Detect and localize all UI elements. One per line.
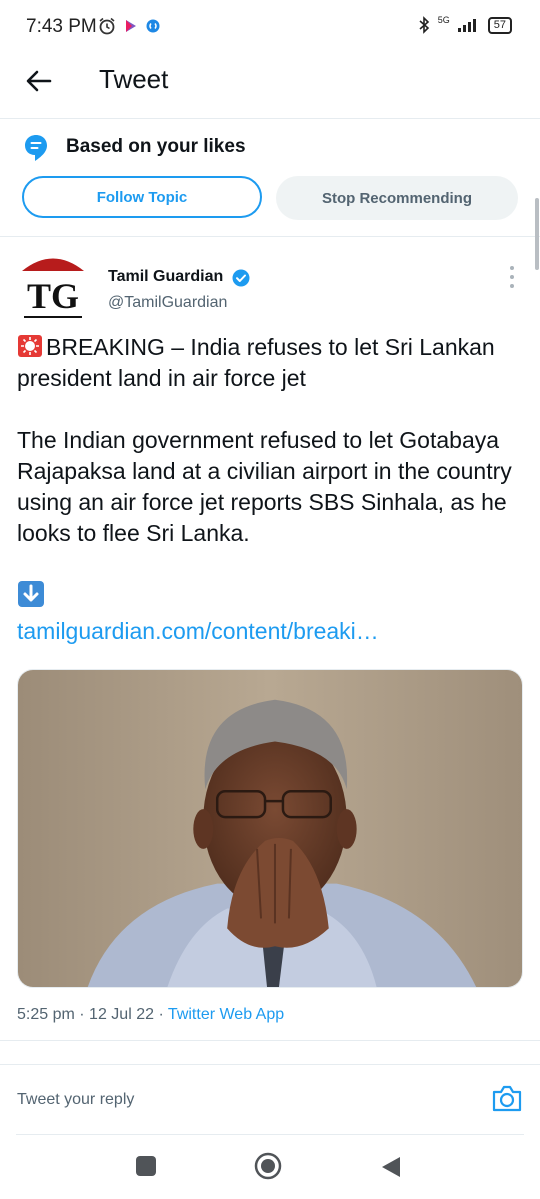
author-name[interactable]: Tamil Guardian — [108, 268, 223, 286]
stop-recommending-button[interactable]: Stop Recommending — [276, 176, 518, 220]
follow-topic-button[interactable]: Follow Topic — [22, 176, 262, 218]
play-store-icon — [126, 20, 136, 32]
tweet-time: 5:25 pm — [17, 1006, 75, 1023]
alarm-icon — [99, 17, 115, 35]
avatar-logo-text: TG — [27, 276, 79, 316]
siren-emoji-icon — [18, 335, 42, 357]
avatar[interactable]: TG — [18, 252, 88, 322]
divider — [0, 1064, 540, 1065]
shazam-icon — [146, 19, 160, 33]
back-arrow-icon[interactable] — [24, 66, 54, 96]
home-button[interactable] — [254, 1152, 282, 1180]
tweet-link[interactable]: tamilguardian.com/content/breaki… — [17, 616, 527, 647]
tweet-headline: BREAKING – India refuses to let Sri Lank… — [17, 334, 495, 391]
camera-icon[interactable] — [492, 1084, 522, 1112]
topic-bubble-icon — [25, 135, 47, 161]
signal-icon — [457, 19, 476, 32]
more-options-icon[interactable] — [506, 266, 518, 288]
author-handle[interactable]: @TamilGuardian — [108, 294, 227, 312]
status-right-icons: 5G 57 — [418, 15, 512, 34]
divider — [0, 1040, 540, 1041]
battery-indicator: 57 — [487, 16, 512, 34]
network-type: 5G — [437, 15, 450, 25]
down-arrow-emoji-icon — [18, 581, 44, 607]
tweet-date: 12 Jul 22 — [89, 1006, 154, 1023]
reply-input[interactable]: Tweet your reply — [17, 1091, 134, 1109]
tweet-source-link[interactable]: Twitter Web App — [168, 1006, 284, 1023]
nav-back-button[interactable] — [380, 1155, 402, 1179]
topic-label: Based on your likes — [66, 136, 246, 157]
tweet-meta: 5:25 pm · 12 Jul 22 · Twitter Web App — [17, 1006, 285, 1023]
status-left-icons — [98, 17, 160, 35]
divider — [0, 118, 540, 119]
verified-badge-icon — [232, 269, 250, 287]
scrollbar[interactable] — [535, 198, 539, 270]
status-time: 7:43 PM — [26, 16, 97, 37]
recent-apps-button[interactable] — [136, 1156, 156, 1176]
bluetooth-icon — [419, 16, 429, 34]
page-title: Tweet — [99, 64, 169, 94]
tweet-body: The Indian government refused to let Got… — [17, 427, 512, 546]
tweet-text: BREAKING – India refuses to let Sri Lank… — [17, 332, 527, 647]
divider — [16, 1134, 524, 1135]
divider — [0, 236, 540, 237]
tweet-photo[interactable] — [17, 669, 523, 988]
